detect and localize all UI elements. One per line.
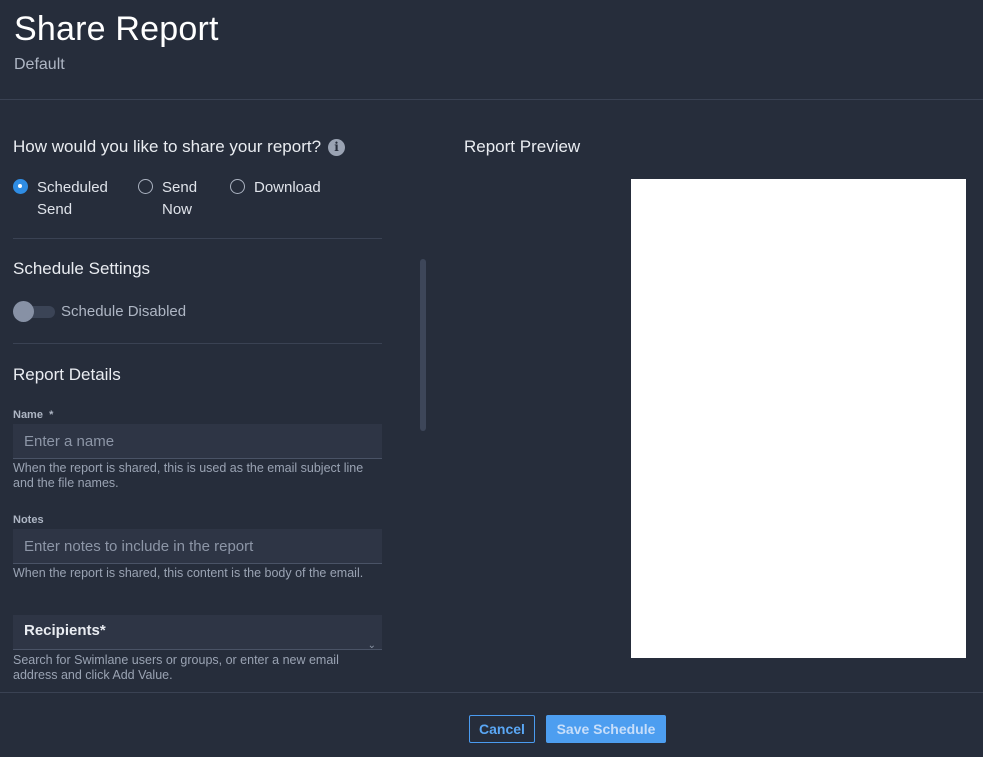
recipients-label: Recipients* <box>24 622 106 639</box>
radio-label: Scheduled Send <box>37 179 108 218</box>
share-question-text: How would you like to share your report? <box>13 137 322 156</box>
schedule-toggle[interactable] <box>13 301 55 322</box>
share-question: How would you like to share your report?… <box>13 137 346 157</box>
report-preview-title: Report Preview <box>464 137 581 156</box>
cancel-button[interactable]: Cancel <box>469 715 535 743</box>
radio-scheduled-send[interactable]: Scheduled Send <box>13 177 109 221</box>
share-report-page: Share Report Default How would you like … <box>0 0 983 757</box>
share-settings-panel: How would you like to share your report?… <box>13 100 383 692</box>
share-method-radio-group: Scheduled Send Send Now Download <box>13 177 383 223</box>
page-subtitle: Default <box>14 56 65 73</box>
radio-send-now[interactable]: Send Now <box>138 177 204 221</box>
recipients-select[interactable]: Recipients* ⌄ <box>13 615 382 651</box>
info-icon[interactable]: i <box>328 138 346 156</box>
notes-help-text: When the report is shared, this content … <box>13 566 364 580</box>
page-header: Share Report Default <box>0 0 983 100</box>
report-preview-canvas <box>631 179 966 658</box>
report-details-title: Report Details <box>13 365 121 384</box>
radio-unselected-icon[interactable] <box>138 179 153 194</box>
radio-download[interactable]: Download <box>230 177 344 199</box>
radio-selected-icon[interactable] <box>13 179 28 194</box>
radio-label: Send Now <box>162 179 198 218</box>
recipients-help-text: Search for Swimlane users or groups, or … <box>13 653 339 682</box>
schedule-settings-title: Schedule Settings <box>13 259 151 278</box>
radio-label: Download <box>254 179 321 196</box>
schedule-toggle-label: Schedule Disabled <box>61 302 187 320</box>
notes-input[interactable] <box>13 529 382 564</box>
dialog-footer: Cancel Save Schedule <box>0 692 983 757</box>
page-title: Share Report <box>14 10 219 48</box>
scrollbar-thumb[interactable] <box>420 259 426 431</box>
radio-unselected-icon[interactable] <box>230 179 245 194</box>
schedule-toggle-row: Schedule Disabled <box>13 301 187 322</box>
divider <box>13 343 382 344</box>
toggle-knob[interactable] <box>13 301 34 322</box>
name-help-text: When the report is shared, this is used … <box>13 461 364 490</box>
save-schedule-button[interactable]: Save Schedule <box>546 715 666 743</box>
divider <box>13 238 382 239</box>
notes-field-label: Notes <box>13 514 44 526</box>
chevron-down-icon[interactable]: ⌄ <box>368 641 376 651</box>
name-input[interactable] <box>13 424 382 459</box>
name-field-label: Name * <box>13 409 54 421</box>
